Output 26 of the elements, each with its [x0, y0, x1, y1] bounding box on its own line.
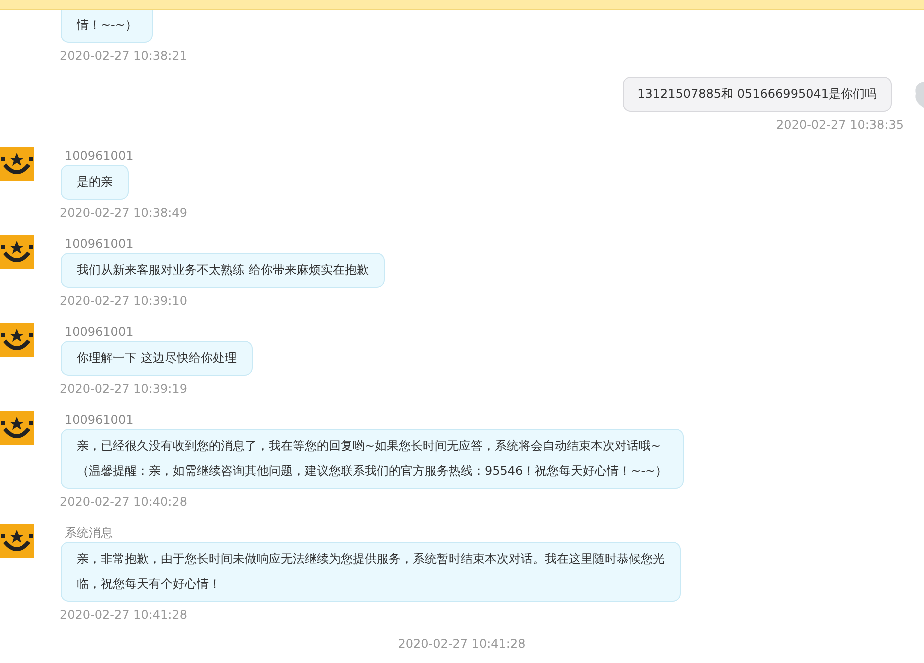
message-bubble: 亲，非常抱歉，由于您长时间未做响应无法继续为您提供服务，系统暂时结束本次对话。我在这里随时恭候您光 临，祝您每天有个好心情！ [61, 542, 681, 602]
smiley-avatar-icon [0, 411, 34, 445]
smiley-avatar-icon [0, 524, 34, 558]
message-time: 2020-02-27 10:38:35 [776, 118, 904, 132]
sender-name: 系统消息 [65, 526, 113, 540]
message-bubble: 我们从新来客服对业务不太熟练 给你带来麻烦实在抱歉 [61, 253, 385, 288]
sender-name: 100961001 [65, 413, 134, 427]
user-avatar-icon [914, 80, 924, 110]
message-bubble: 亲，已经很久没有收到您的消息了，我在等您的回复哟~如果您长时间无应答，系统将会自动结束本次对话哦~ （温馨提醒：亲，如需继续咨询其他问题，建议您联系我们的官方服务热线：95546！祝您每天好心情！~-~） [61, 429, 684, 489]
sender-name: 100961001 [65, 149, 134, 163]
message-bubble: 情！~-~） [61, 10, 154, 43]
message-bubble: 你理解一下 这边尽快给你处理 [61, 341, 253, 376]
message-time: 2020-02-27 10:39:19 [60, 382, 188, 396]
message-time: 2020-02-27 10:38:21 [60, 49, 188, 63]
message-time: 2020-02-27 10:38:49 [60, 206, 188, 220]
message-time: 2020-02-27 10:41:28 [60, 608, 188, 622]
smiley-avatar-icon [0, 323, 34, 357]
chat-timestamp: 2020-02-27 10:41:28 [398, 637, 526, 651]
sender-name: 100961001 [65, 325, 134, 339]
message-time: 2020-02-27 10:39:10 [60, 294, 188, 308]
sender-name: 100961001 [65, 237, 134, 251]
smiley-avatar-icon [0, 235, 34, 269]
message-bubble: 是的亲 [61, 165, 129, 200]
message-bubble: 13121507885和 051666995041是你们吗 [622, 77, 892, 112]
message-time: 2020-02-27 10:40:28 [60, 495, 188, 509]
smiley-avatar-icon [0, 147, 34, 181]
